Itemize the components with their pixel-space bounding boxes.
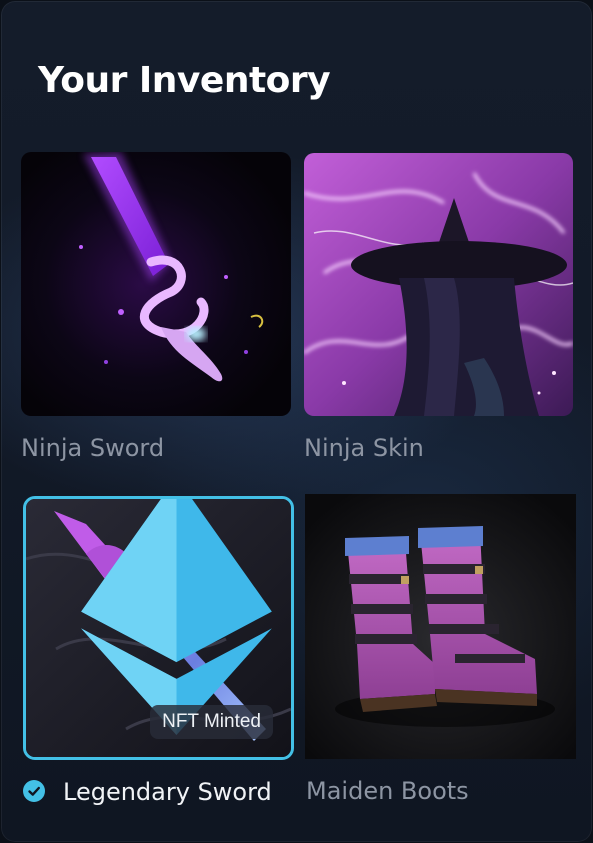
ninja-skin-image bbox=[304, 153, 573, 416]
ethereum-icon bbox=[81, 499, 272, 735]
item-label-legendary-sword: Legendary Sword bbox=[63, 778, 272, 806]
nft-minted-badge: NFT Minted bbox=[150, 705, 273, 739]
selected-check-icon bbox=[23, 780, 45, 802]
inventory-item-maiden-boots[interactable] bbox=[305, 494, 576, 759]
item-label-ninja-skin: Ninja Skin bbox=[304, 434, 424, 462]
inventory-panel: Your Inventory Ninja Sword Ninja Skin NF… bbox=[1, 1, 592, 842]
inventory-item-ninja-sword[interactable] bbox=[21, 152, 291, 416]
inventory-item-legendary-sword[interactable]: NFT Minted bbox=[23, 496, 294, 760]
ninja-sword-image bbox=[21, 152, 291, 416]
item-label-ninja-sword: Ninja Sword bbox=[21, 434, 165, 462]
inventory-item-ninja-skin[interactable] bbox=[304, 153, 573, 416]
maiden-boots-image bbox=[305, 494, 576, 759]
item-label-maiden-boots: Maiden Boots bbox=[306, 777, 469, 805]
page-title: Your Inventory bbox=[38, 60, 331, 101]
